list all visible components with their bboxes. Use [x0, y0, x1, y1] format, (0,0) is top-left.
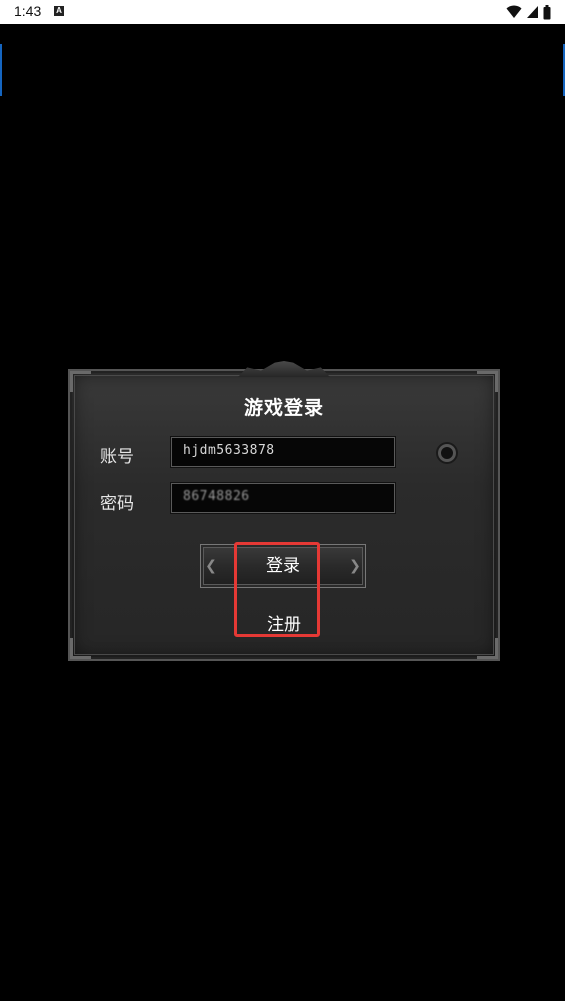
remember-radio[interactable] [438, 444, 456, 462]
status-bar: 1:43 A [0, 0, 565, 24]
panel-corner-ornament [477, 371, 498, 392]
panel-crest-ornament [238, 361, 330, 377]
login-button[interactable]: ❮ 登录 ❯ [200, 544, 366, 588]
screen: 1:43 A 游戏登录 账号 hjdm5633878 密码 86748826 ❮… [0, 0, 565, 1001]
wifi-icon [506, 5, 522, 18]
login-panel: 游戏登录 账号 hjdm5633878 密码 86748826 ❮ 登录 ❯ 注… [68, 361, 500, 661]
button-ornament-icon: ❯ [349, 558, 361, 574]
register-link-label[interactable]: 注册 [267, 615, 301, 637]
signal-icon [527, 6, 538, 18]
panel-corner-ornament [477, 638, 498, 659]
login-button-label: 登录 [266, 556, 300, 576]
button-ornament-icon: ❮ [205, 558, 217, 574]
account-field[interactable]: hjdm5633878 [171, 437, 395, 467]
password-label: 密码 [100, 494, 134, 514]
notification-a-icon: A [54, 6, 64, 16]
account-label: 账号 [100, 447, 134, 467]
account-value: hjdm5633878 [183, 443, 275, 458]
panel-corner-ornament [70, 638, 91, 659]
password-value: 86748826 [183, 489, 250, 504]
window-edge-left [0, 44, 2, 96]
password-field[interactable]: 86748826 [171, 483, 395, 513]
battery-icon [543, 4, 551, 19]
page-title: 游戏登录 [243, 397, 324, 419]
status-time: 1:43 [14, 3, 42, 19]
panel-corner-ornament [70, 371, 91, 392]
register-link[interactable]: 注册 [68, 610, 500, 637]
status-icons [506, 4, 551, 20]
